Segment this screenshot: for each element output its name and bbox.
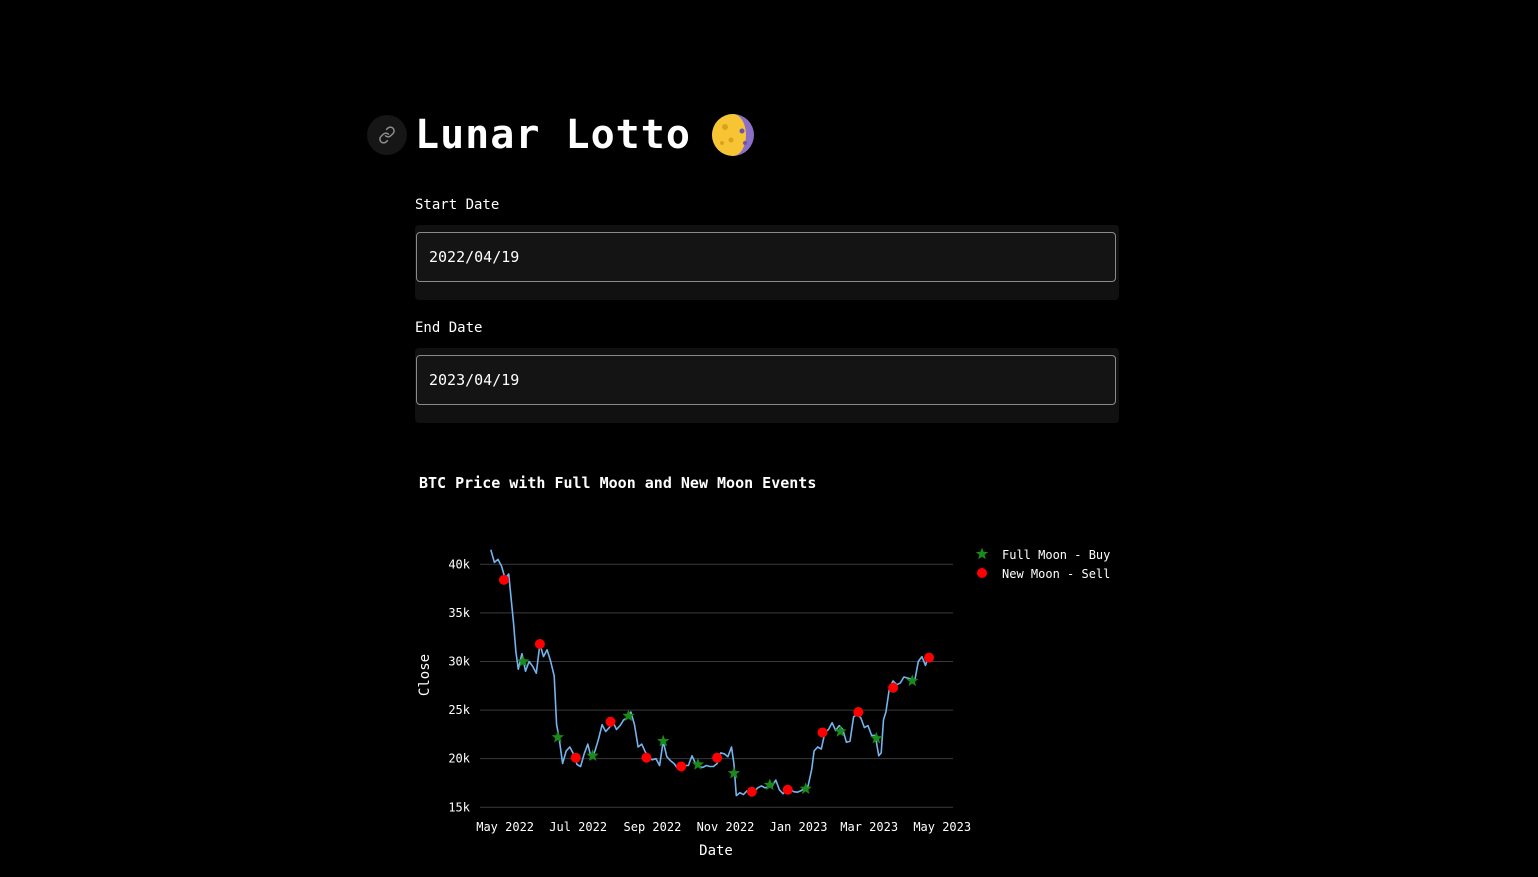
new-moon-marker xyxy=(746,786,757,797)
x-tick-label: May 2023 xyxy=(913,820,971,834)
y-tick-label: 20k xyxy=(448,752,470,766)
page: Lunar Lotto Start Date 2022/04/19 End Da… xyxy=(0,0,1538,877)
grid-layer xyxy=(480,563,953,808)
chart-title: BTC Price with Full Moon and New Moon Ev… xyxy=(419,474,817,492)
link-icon[interactable] xyxy=(367,115,407,155)
new-moon-marker xyxy=(888,682,899,693)
x-tick-label: Mar 2023 xyxy=(840,820,898,834)
legend-item-new-moon[interactable]: New Moon - Sell xyxy=(977,567,1110,581)
end-date-input[interactable]: 2023/04/19 xyxy=(416,355,1116,405)
y-tick-label: 40k xyxy=(448,557,470,571)
full-moon-marker xyxy=(906,674,919,687)
waxing-crescent-moon-icon xyxy=(711,113,755,157)
x-tick-label: May 2022 xyxy=(476,820,534,834)
x-tick-label: Sep 2022 xyxy=(624,820,682,834)
y-tick-label: 30k xyxy=(448,654,470,668)
new-moon-marker xyxy=(605,716,616,727)
new-moon-marker xyxy=(641,752,652,763)
new-moon-marker xyxy=(712,752,723,763)
circle-icon xyxy=(977,568,987,578)
full-moon-marker xyxy=(727,766,741,779)
x-tick-label: Nov 2022 xyxy=(697,820,755,834)
y-axis: 15k 20k 25k 30k 35k 40k xyxy=(448,557,470,814)
legend-label-full-moon: Full Moon - Buy xyxy=(1002,548,1110,562)
star-icon xyxy=(975,547,989,560)
new-moon-marker xyxy=(924,652,935,663)
y-tick-label: 25k xyxy=(448,703,470,717)
new-moon-marker xyxy=(498,574,509,585)
y-tick-label: 35k xyxy=(448,606,470,620)
full-moon-marker xyxy=(551,730,565,743)
legend: Full Moon - Buy New Moon - Sell xyxy=(975,547,1111,581)
new-moon-marker xyxy=(570,752,581,763)
start-date-container: 2022/04/19 xyxy=(415,225,1119,300)
new-moon-marker xyxy=(782,784,793,795)
new-moon-marker xyxy=(534,638,545,649)
full-moon-marker xyxy=(586,749,599,762)
end-date-label: End Date xyxy=(415,320,483,336)
start-date-label: Start Date xyxy=(415,197,500,213)
full-moon-marker xyxy=(799,782,812,795)
y-axis-label: Close xyxy=(417,654,433,696)
y-tick-label: 15k xyxy=(448,800,470,814)
page-title: Lunar Lotto xyxy=(415,112,691,158)
title-row: Lunar Lotto xyxy=(367,110,755,160)
legend-label-new-moon: New Moon - Sell xyxy=(1002,567,1110,581)
new-moon-marker xyxy=(817,727,828,738)
x-axis-label: Date xyxy=(699,843,733,859)
start-date-input[interactable]: 2022/04/19 xyxy=(416,232,1116,282)
new-moon-marker xyxy=(676,761,687,772)
end-date-container: 2023/04/19 xyxy=(415,348,1119,423)
new-moon-marker xyxy=(853,707,864,718)
x-tick-label: Jan 2023 xyxy=(770,820,828,834)
x-axis: May 2022 Jul 2022 Sep 2022 Nov 2022 Jan 2023… xyxy=(476,820,971,834)
legend-item-full-moon[interactable]: Full Moon - Buy xyxy=(975,547,1111,563)
btc-price-chart: 15k 20k 25k 30k 35k 40k May 2022 Jul 2022 Sep 2… xyxy=(417,547,1111,859)
x-tick-label: Jul 2022 xyxy=(549,820,607,834)
